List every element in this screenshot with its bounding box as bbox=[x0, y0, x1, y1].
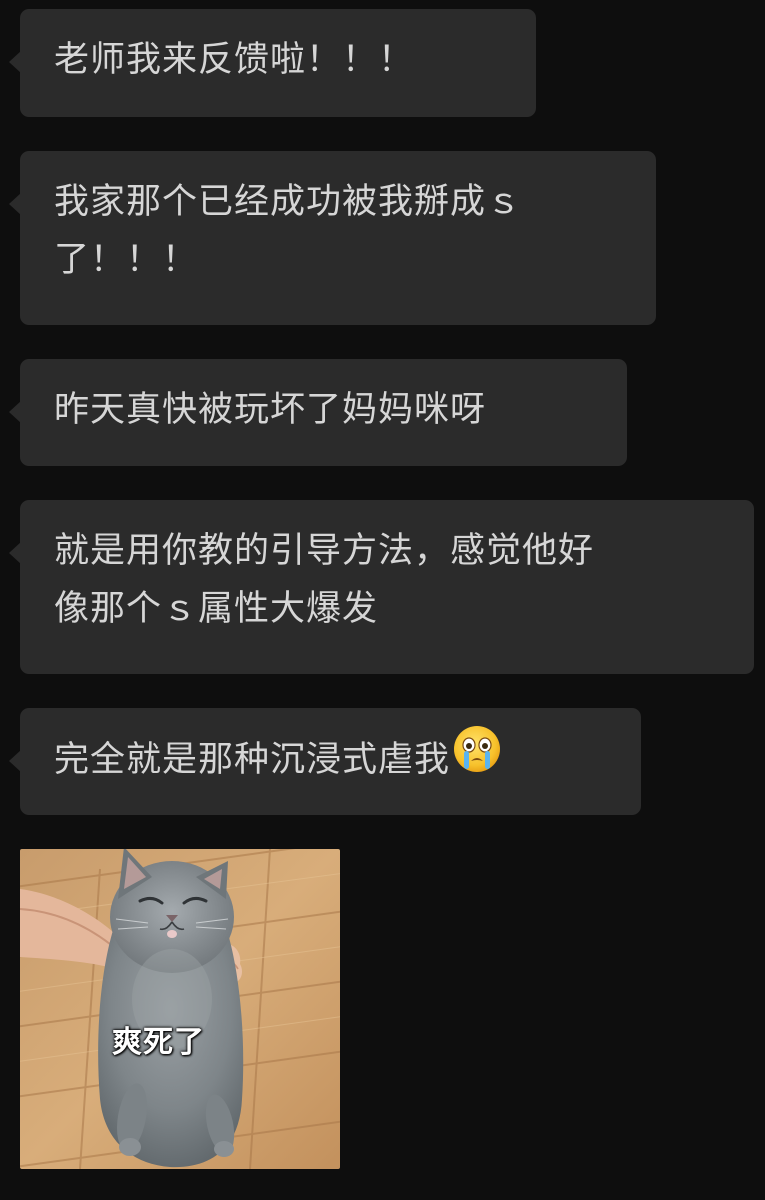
message-text: 像那个ｓ属性大爆发 bbox=[54, 589, 379, 629]
message-bubble[interactable]: 老师我来反馈啦！！！ bbox=[9, 9, 536, 117]
message-bubble[interactable]: 完全就是那种沉浸式虐我 bbox=[9, 708, 641, 815]
chat-thread: 老师我来反馈啦！！！ 我家那个已经成功被我掰成ｓ 了！！！ 昨天真快被玩坏了妈妈… bbox=[0, 0, 765, 1200]
crying-face-icon bbox=[452, 724, 502, 792]
message-bubble[interactable]: 就是用你教的引导方法，感觉他好 像那个ｓ属性大爆发 bbox=[9, 500, 754, 674]
message-text: 老师我来反馈啦！！！ bbox=[54, 40, 415, 80]
message-text: 昨天真快被玩坏了妈妈咪呀 bbox=[54, 390, 487, 430]
message-text-content: 完全就是那种沉浸式虐我 bbox=[54, 740, 451, 780]
message-text: 我家那个已经成功被我掰成ｓ bbox=[54, 182, 523, 222]
message-text: 了！！！ bbox=[54, 240, 199, 280]
message-bubble[interactable]: 昨天真快被玩坏了妈妈咪呀 bbox=[9, 359, 627, 466]
message-bubble[interactable]: 我家那个已经成功被我掰成ｓ 了！！！ bbox=[9, 151, 656, 325]
sticker-caption: 爽死了 bbox=[112, 1025, 205, 1060]
message-text: 完全就是那种沉浸式虐我 bbox=[54, 726, 607, 792]
message-text: 就是用你教的引导方法，感觉他好 bbox=[54, 531, 595, 571]
cat-sticker-image[interactable]: 爽死了 bbox=[20, 849, 340, 1169]
